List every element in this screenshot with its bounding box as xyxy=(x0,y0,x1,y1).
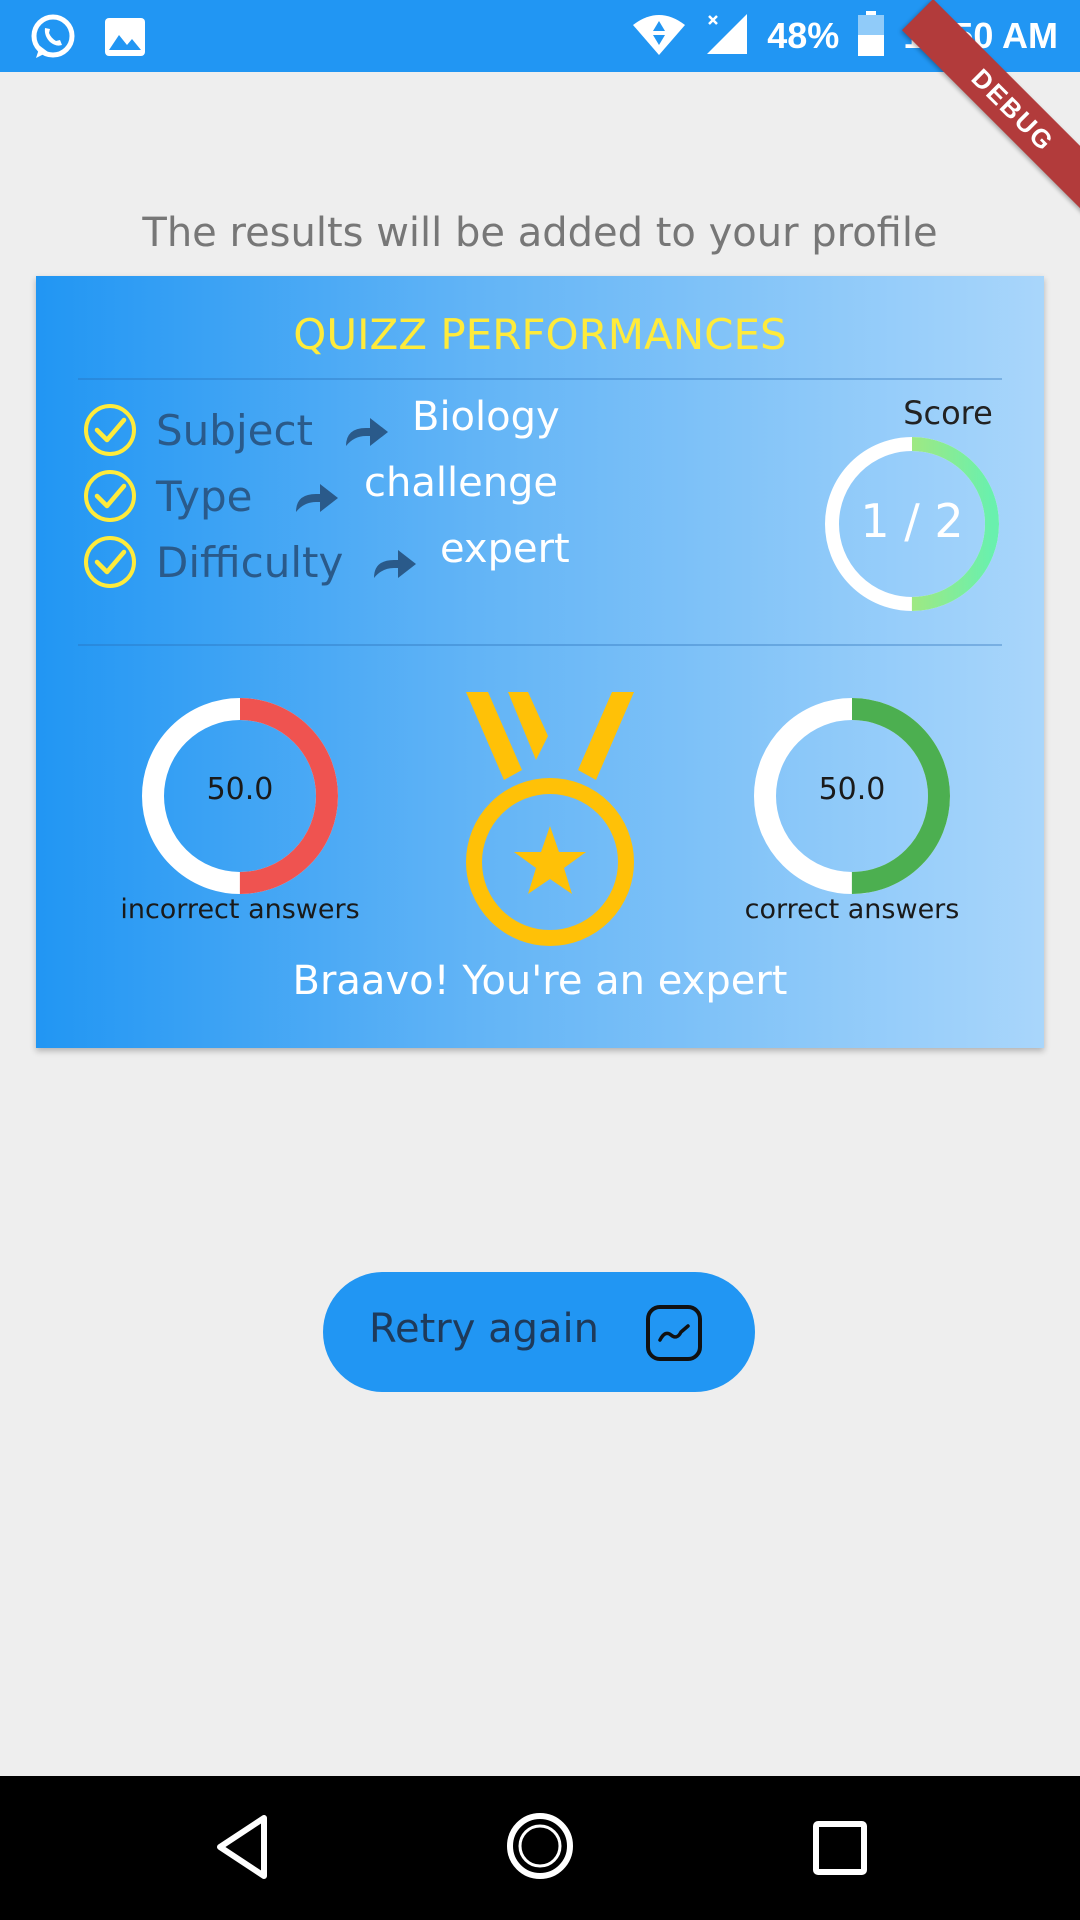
result-message: Braavo! You're an expert xyxy=(292,958,788,1004)
score-label: Score xyxy=(903,394,993,432)
chart-trend-icon xyxy=(645,1304,703,1366)
card-title: QUIZZ PERFORMANCES xyxy=(293,310,787,359)
arrow-right-icon xyxy=(294,482,340,518)
incorrect-percent: 50.0 xyxy=(206,772,274,807)
detail-value: challenge xyxy=(364,460,559,506)
navigation-bar xyxy=(0,1776,1080,1920)
arrow-right-icon xyxy=(344,416,390,452)
check-circle-icon xyxy=(82,534,138,594)
battery-percent: 48% xyxy=(767,15,840,56)
detail-value: expert xyxy=(440,526,570,572)
signal-icon xyxy=(705,12,749,60)
results-subtitle: The results will be added to your profil… xyxy=(142,210,938,256)
retry-button[interactable]: Retry again xyxy=(323,1272,755,1392)
correct-percent: 50.0 xyxy=(818,772,886,807)
detail-label: Type xyxy=(156,472,253,521)
check-circle-icon xyxy=(82,468,138,528)
recents-icon[interactable] xyxy=(812,1820,868,1880)
gallery-icon xyxy=(104,17,146,61)
home-icon[interactable] xyxy=(506,1812,574,1884)
whatsapp-icon xyxy=(28,12,78,66)
back-icon[interactable] xyxy=(214,1814,270,1884)
medal-icon xyxy=(466,692,634,946)
score-value: 1 / 2 xyxy=(860,494,964,548)
check-circle-icon xyxy=(82,402,138,462)
correct-caption: correct answers xyxy=(744,894,960,925)
retry-label: Retry again xyxy=(369,1306,599,1352)
detail-label: Subject xyxy=(156,406,314,455)
quiz-performance-card: QUIZZ PERFORMANCES Subject Biology Type … xyxy=(36,276,1044,1048)
detail-value: Biology xyxy=(412,394,560,440)
incorrect-caption: incorrect answers xyxy=(120,894,360,925)
battery-icon xyxy=(857,11,885,61)
divider-top xyxy=(78,378,1002,380)
wifi-icon xyxy=(631,11,687,61)
detail-label: Difficulty xyxy=(156,538,344,587)
divider-middle xyxy=(78,644,1002,646)
arrow-right-icon xyxy=(372,548,418,584)
